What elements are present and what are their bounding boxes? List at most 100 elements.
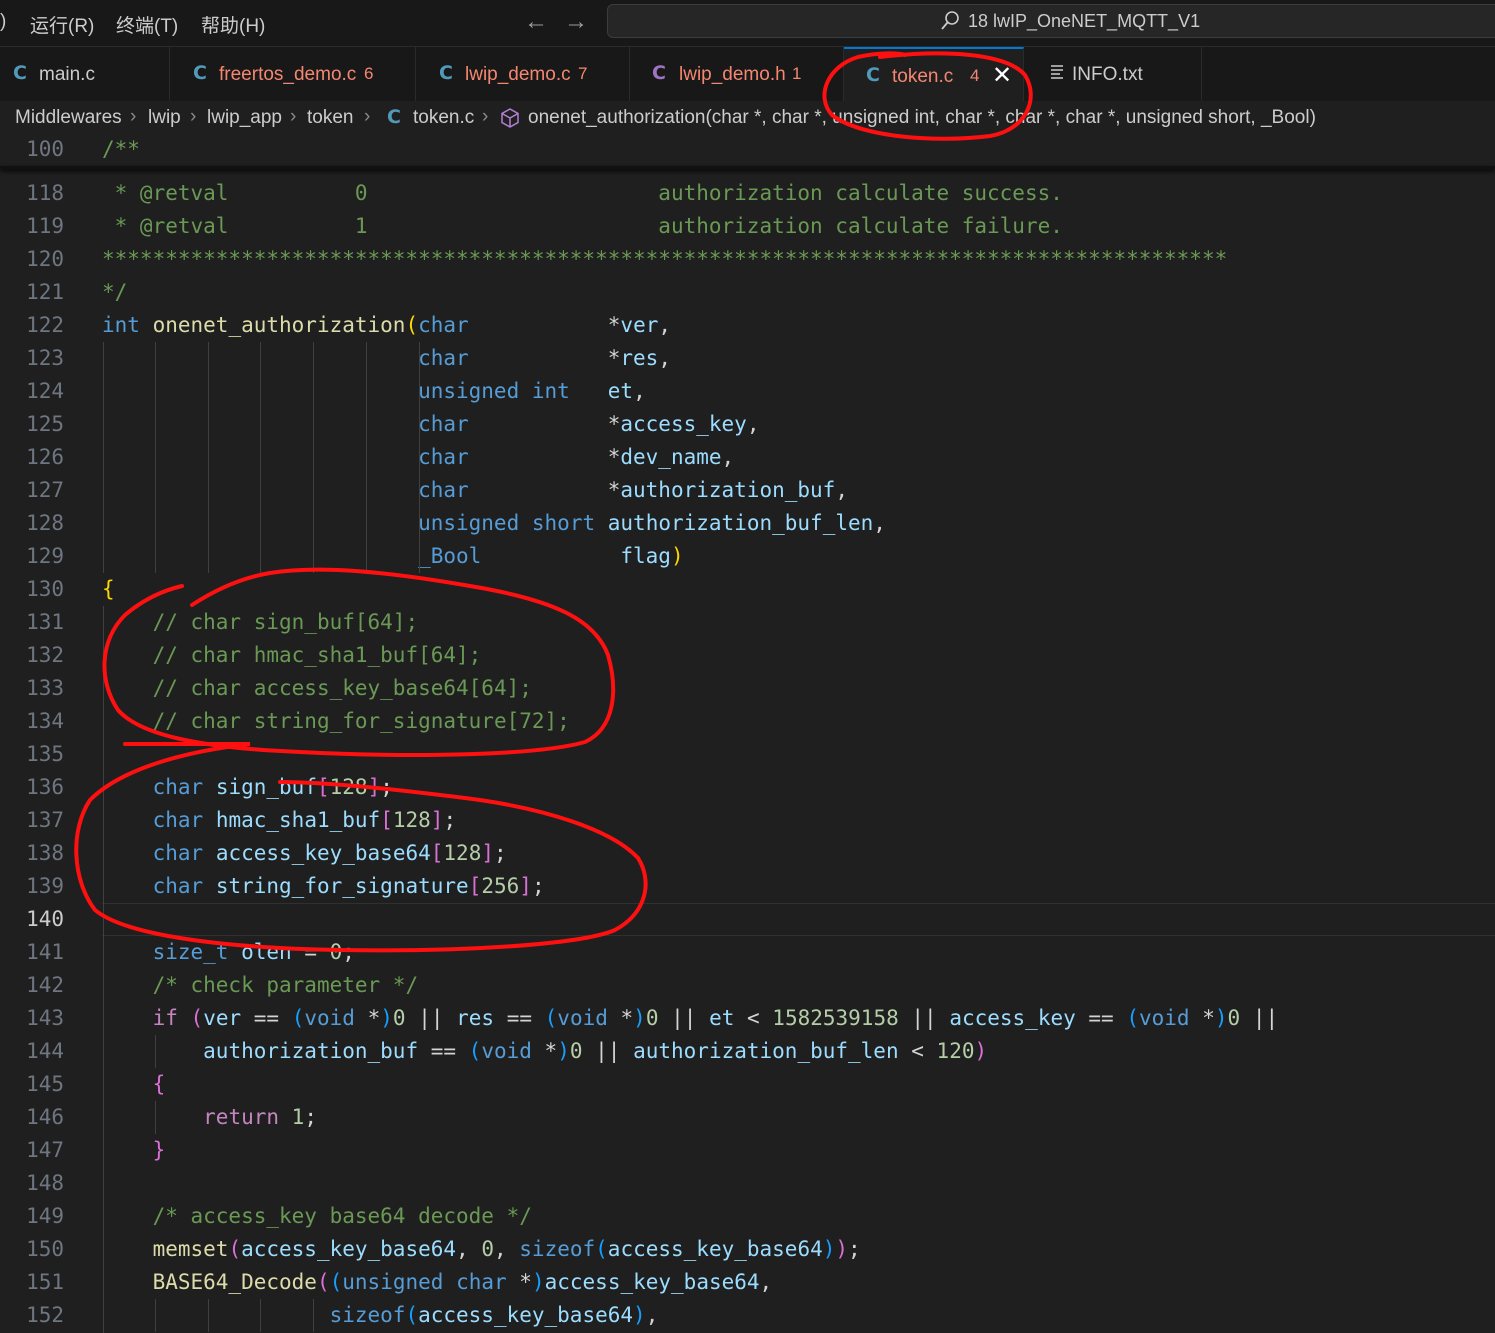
code-line-139[interactable]: 139 char string_for_signature[256];: [0, 870, 1495, 903]
line-number: 133: [26, 676, 64, 700]
code-line-143[interactable]: 143 if (ver == (void *)0 || res == (void…: [0, 1002, 1495, 1035]
code-text: char string_for_signature[256];: [152, 874, 545, 898]
code-line: /**: [102, 137, 140, 161]
code-line-130[interactable]: 130 {: [0, 573, 1495, 606]
breadcrumb-middlewares[interactable]: Middlewares: [15, 107, 122, 129]
indent-guide: [366, 342, 367, 573]
line-number: 134: [26, 709, 64, 733]
line-number: 151: [26, 1270, 64, 1294]
code-text: * @retval 0 authorization calculate succ…: [102, 181, 1063, 205]
code-line-137[interactable]: 137 char hmac_sha1_buf[128];: [0, 804, 1495, 837]
tab-label: freertos_demo.c: [219, 64, 357, 85]
forward-arrow-icon[interactable]: →: [564, 8, 588, 36]
breadcrumb-token[interactable]: token: [307, 107, 353, 129]
line-number: 132: [26, 643, 64, 667]
code-text: if (ver == (void *)0 || res == (void *)0…: [152, 1006, 1279, 1030]
code-line-149[interactable]: 149 /* access_key base64 decode */: [0, 1200, 1495, 1233]
menu-run[interactable]: 运行(R): [30, 11, 94, 38]
back-arrow-icon[interactable]: ←: [524, 8, 548, 36]
tab-token-c[interactable]: C token.c 4 ✕: [844, 47, 1024, 101]
code-line-132[interactable]: 132 // char hmac_sha1_buf[64];: [0, 639, 1495, 672]
code-line-125[interactable]: 125 char *access_key,: [0, 408, 1495, 441]
code-line-151[interactable]: 151 BASE64_Decode((unsigned char *)acces…: [0, 1266, 1495, 1299]
breadcrumb-lwip[interactable]: lwip: [148, 107, 181, 129]
tab-lwip-demo-c[interactable]: C lwip_demo.c 7: [416, 47, 630, 101]
code-line-138[interactable]: 138 char access_key_base64[128];: [0, 837, 1495, 870]
c-file-icon: C: [193, 62, 207, 84]
code-line-126[interactable]: 126 char *dev_name,: [0, 441, 1495, 474]
line-number: 131: [26, 610, 64, 634]
code-line-129[interactable]: 129 _Bool flag): [0, 540, 1495, 573]
sticky-scroll-line[interactable]: 100 /**: [0, 133, 1495, 166]
indent-guide: [260, 342, 261, 573]
code-line-119[interactable]: 119 * @retval 1 authorization calculate …: [0, 210, 1495, 243]
line-number: 120: [26, 247, 64, 271]
code-line-147[interactable]: 147 }: [0, 1134, 1495, 1167]
menu-terminal[interactable]: 终端(T): [116, 11, 178, 38]
code-text: char *res,: [418, 346, 671, 370]
tab-main-c[interactable]: C main.c: [0, 47, 170, 101]
code-line-128[interactable]: 128 unsigned short authorization_buf_len…: [0, 507, 1495, 540]
code-line-150[interactable]: 150 memset(access_key_base64, 0, sizeof(…: [0, 1233, 1495, 1266]
line-number: 124: [26, 379, 64, 403]
code-text: */: [102, 280, 128, 304]
indent-guide: [155, 1101, 156, 1134]
code-line-124[interactable]: 124 unsigned int et,: [0, 375, 1495, 408]
close-icon[interactable]: ✕: [992, 61, 1012, 89]
code-line-133[interactable]: 133 // char access_key_base64[64];: [0, 672, 1495, 705]
breadcrumb-lwip-app[interactable]: lwip_app: [207, 107, 282, 129]
code-text: unsigned int et,: [418, 379, 646, 403]
code-line-145[interactable]: 145 {: [0, 1068, 1495, 1101]
line-number: 126: [26, 445, 64, 469]
chevron-right-icon: ›: [190, 106, 197, 127]
code-line-134[interactable]: 134 // char string_for_signature[72];: [0, 705, 1495, 738]
code-line-123[interactable]: 123 char *res,: [0, 342, 1495, 375]
code-line-127[interactable]: 127 char *authorization_buf,: [0, 474, 1495, 507]
code-text: memset(access_key_base64, 0, sizeof(acce…: [152, 1237, 861, 1261]
line-number: 143: [26, 1006, 64, 1030]
code-line-142[interactable]: 142 /* check parameter */: [0, 969, 1495, 1002]
c-file-icon: C: [387, 106, 401, 128]
title-bar: ) 运行(R) 终端(T) 帮助(H) ← → 18 lwIP_OneNET_M…: [0, 0, 1495, 47]
code-editor[interactable]: 100 /** 118 * @retval 0 authorization ca…: [0, 133, 1495, 1333]
tab-label: token.c: [892, 66, 954, 87]
code-text: /* check parameter */: [152, 973, 419, 997]
code-line-136[interactable]: 136 char sign_buf[128];: [0, 771, 1495, 804]
chevron-right-icon: ›: [364, 106, 371, 127]
indent-guide: [313, 1299, 314, 1332]
line-number: 145: [26, 1072, 64, 1096]
tab-freertos-demo-c[interactable]: C freertos_demo.c 6: [170, 47, 416, 101]
code-text: {: [102, 577, 115, 601]
code-text: unsigned short authorization_buf_len,: [418, 511, 886, 535]
code-text: authorization_buf == (void *)0 || author…: [203, 1039, 988, 1063]
line-number: 141: [26, 940, 64, 964]
line-number: 140: [26, 907, 64, 931]
code-line-121[interactable]: 121 */: [0, 276, 1495, 309]
code-line-135[interactable]: 135: [0, 738, 1495, 771]
line-number: 148: [26, 1171, 64, 1195]
code-line-141[interactable]: 141 size_t olen = 0;: [0, 936, 1495, 969]
problem-count-badge: 6: [364, 64, 374, 83]
breadcrumb-symbol[interactable]: onenet_authorization(char *, char *, uns…: [528, 107, 1316, 129]
menu-help[interactable]: 帮助(H): [201, 11, 265, 38]
code-line-120[interactable]: 120 *************************************…: [0, 243, 1495, 276]
line-number: 149: [26, 1204, 64, 1228]
tab-lwip-demo-h[interactable]: C lwip_demo.h 1: [630, 47, 844, 101]
code-line-122[interactable]: 122 int onenet_authorization(char *ver,: [0, 309, 1495, 342]
code-line-146[interactable]: 146 return 1;: [0, 1101, 1495, 1134]
line-number: 152: [26, 1303, 64, 1327]
command-center-search[interactable]: 18 lwIP_OneNET_MQTT_V1: [607, 4, 1495, 38]
tab-info-txt[interactable]: INFO.txt: [1024, 47, 1202, 101]
code-line-144[interactable]: 144 authorization_buf == (void *)0 || au…: [0, 1035, 1495, 1068]
code-line-148[interactable]: 148: [0, 1167, 1495, 1200]
code-text: char *authorization_buf,: [418, 478, 848, 502]
code-line-131[interactable]: 131 // char sign_buf[64];: [0, 606, 1495, 639]
line-number: 123: [26, 346, 64, 370]
code-text: /* access_key base64 decode */: [152, 1204, 532, 1228]
code-line-152[interactable]: 152 sizeof(access_key_base64),: [0, 1299, 1495, 1332]
line-number: 136: [26, 775, 64, 799]
code-text: {: [152, 1072, 166, 1096]
problem-count-badge: 4: [970, 66, 980, 85]
breadcrumb-token-c[interactable]: token.c: [413, 107, 474, 129]
code-line-118[interactable]: 118 * @retval 0 authorization calculate …: [0, 177, 1495, 210]
